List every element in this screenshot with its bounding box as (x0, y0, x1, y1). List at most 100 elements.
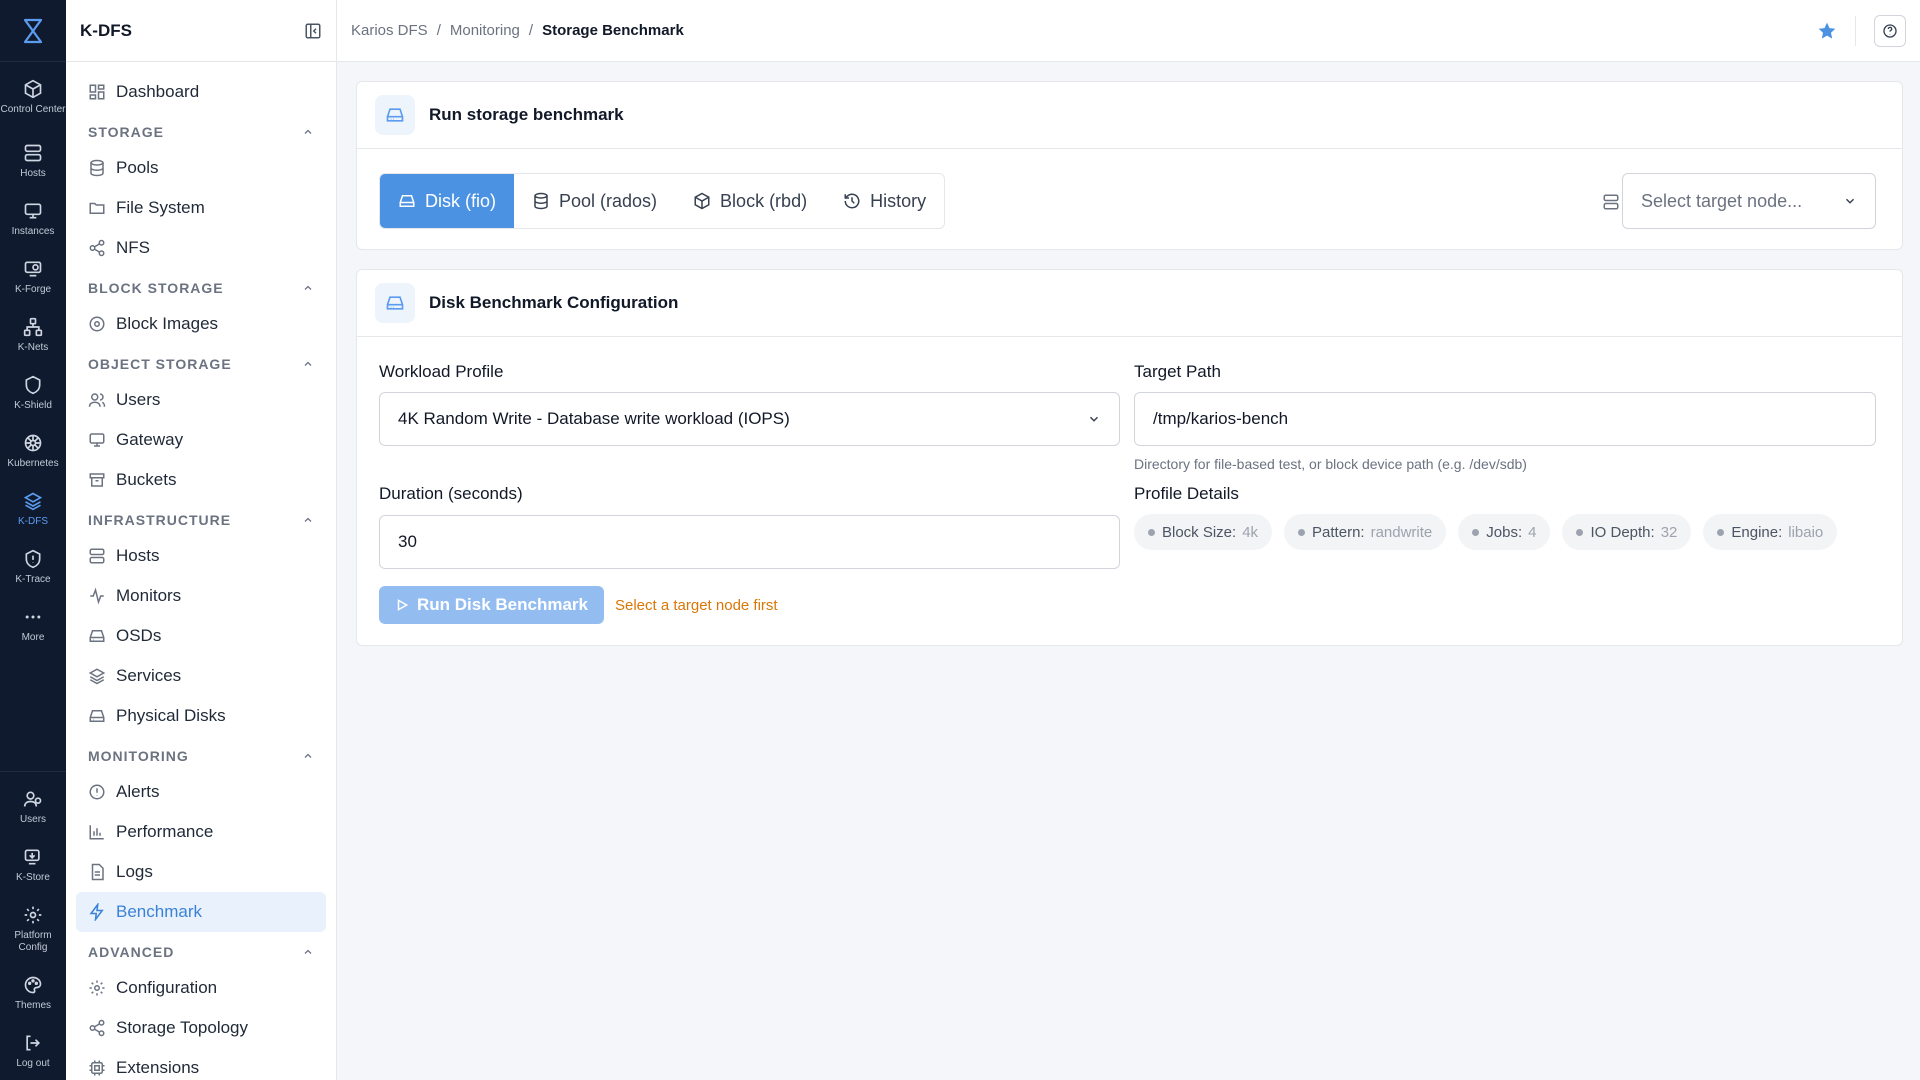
archive-icon (89, 473, 105, 487)
sidebar-item-configuration[interactable]: Configuration (76, 968, 326, 1008)
profile-chip-jobs: Jobs: 4 (1458, 514, 1551, 550)
chevron-up-icon (304, 517, 312, 522)
bar-chart-icon (89, 825, 104, 840)
disk-config-card: Disk Benchmark Configuration Workload Pr… (356, 269, 1903, 646)
sidebar-item-logs[interactable]: Logs (76, 852, 326, 892)
rail-users[interactable]: Users (0, 778, 66, 836)
sidebar-item-alerts[interactable]: Alerts (76, 772, 326, 812)
sidebar-item-block-images[interactable]: Block Images (76, 304, 326, 344)
chevron-down-icon (1089, 416, 1099, 422)
tab-block-rbd[interactable]: Block (rbd) (675, 174, 825, 228)
rail-instances[interactable]: Instances (0, 190, 66, 248)
zap-icon (89, 903, 104, 921)
server-icon (24, 144, 42, 161)
breadcrumb-item[interactable]: Monitoring (450, 22, 520, 39)
server-icon (1602, 193, 1620, 211)
benchmark-tabs: Disk (fio) Pool (rados) Block (rbd) Hist… (379, 173, 946, 229)
target-path-label: Target Path (1134, 362, 1221, 381)
network-icon (23, 317, 43, 336)
rail-themes[interactable]: Themes (0, 964, 66, 1022)
hard-drive-icon (89, 630, 105, 642)
gear-icon (24, 906, 42, 923)
rail-k-dfs[interactable]: K-DFS (0, 480, 66, 538)
section-advanced[interactable]: ADVANCED (76, 936, 326, 968)
sidebar-header: K-DFS (66, 0, 336, 62)
sidebar-item-pools[interactable]: Pools (76, 148, 326, 188)
chevron-up-icon (304, 753, 312, 758)
sidebar-item-gateway[interactable]: Gateway (76, 420, 326, 460)
sidebar-item-physical-disks[interactable]: Physical Disks (76, 696, 326, 736)
profile-chip-block-size: Block Size: 4k (1134, 514, 1273, 550)
sidebar-item-monitors[interactable]: Monitors (76, 576, 326, 616)
profile-chip-io-depth: IO Depth: 32 (1562, 514, 1692, 550)
shield-icon (25, 375, 41, 394)
alert-circle-icon (89, 784, 105, 800)
section-block-storage[interactable]: BLOCK STORAGE (76, 272, 326, 304)
sidebar-item-storage-topology[interactable]: Storage Topology (76, 1008, 326, 1048)
helm-icon (24, 434, 42, 451)
run-benchmark-card: Run storage benchmark Disk (fio) Pool (r… (356, 81, 1903, 250)
sidebar-item-services[interactable]: Services (76, 656, 326, 696)
forge-icon (24, 261, 42, 276)
sidebar-item-file-system[interactable]: File System (76, 188, 326, 228)
collapse-sidebar-icon[interactable] (304, 22, 322, 40)
disc-icon (89, 316, 105, 332)
rail-k-trace[interactable]: K-Trace (0, 538, 66, 596)
rail-platform-config[interactable]: Platform Config (0, 894, 66, 964)
run-disk-benchmark-button[interactable]: Run Disk Benchmark (379, 586, 604, 624)
sidebar-item-extensions[interactable]: Extensions (76, 1048, 326, 1080)
monitor-icon (24, 203, 42, 218)
hard-drive-icon (399, 195, 415, 207)
chevron-up-icon (304, 285, 312, 290)
sidebar-item-benchmark[interactable]: Benchmark (76, 892, 326, 932)
database-icon (534, 192, 548, 210)
rail-k-shield[interactable]: K-Shield (0, 364, 66, 422)
section-monitoring[interactable]: MONITORING (76, 740, 326, 772)
rail-k-store[interactable]: K-Store (0, 836, 66, 894)
breadcrumb-item[interactable]: Karios DFS (351, 22, 428, 39)
sidebar-item-nfs[interactable]: NFS (76, 228, 326, 268)
sidebar-item-users[interactable]: Users (76, 380, 326, 420)
star-icon[interactable] (1817, 21, 1837, 41)
help-icon (1883, 23, 1897, 38)
sidebar-item-performance[interactable]: Performance (76, 812, 326, 852)
database-icon (90, 159, 104, 177)
rail-control-center[interactable]: Control Center (0, 62, 66, 132)
card-title: Disk Benchmark Configuration (429, 293, 679, 312)
section-infrastructure[interactable]: INFRASTRUCTURE (76, 504, 326, 536)
tab-pool-rados[interactable]: Pool (rados) (514, 174, 675, 228)
shield-alert-icon (25, 549, 41, 568)
sidebar-item-hosts[interactable]: Hosts (76, 536, 326, 576)
chevron-up-icon (304, 129, 312, 134)
rail-log-out[interactable]: Log out (0, 1022, 66, 1080)
section-storage[interactable]: STORAGE (76, 116, 326, 148)
workload-profile-select[interactable]: 4K Random Write - Database write workloa… (379, 392, 1120, 446)
workload-profile-label: Workload Profile (379, 362, 504, 381)
sidebar-item-buckets[interactable]: Buckets (76, 460, 326, 500)
rail-hosts[interactable]: Hosts (0, 132, 66, 190)
rail-k-forge[interactable]: K-Forge (0, 248, 66, 306)
profile-chip-pattern: Pattern: randwrite (1284, 514, 1447, 550)
sidebar-item-osds[interactable]: OSDs (76, 616, 326, 656)
duration-input[interactable]: 30 (379, 515, 1120, 569)
sidebar: K-DFS Dashboard STORAGE Pools File Syste… (66, 0, 337, 1080)
select-node-warning: Select a target node first (615, 597, 778, 614)
sidebar-nav: Dashboard STORAGE Pools File System NFS … (66, 62, 336, 1080)
target-node-select[interactable]: Select target node... (1622, 173, 1876, 229)
rail-kubernetes[interactable]: Kubernetes (0, 422, 66, 480)
tab-disk-fio[interactable]: Disk (fio) (380, 174, 514, 228)
tab-history[interactable]: History (825, 174, 944, 228)
rail-more[interactable]: More (0, 596, 66, 654)
target-path-hint: Directory for file-based test, or block … (1134, 456, 1527, 472)
rail-k-nets[interactable]: K-Nets (0, 306, 66, 364)
app-logo-icon[interactable] (0, 0, 66, 62)
section-object-storage[interactable]: OBJECT STORAGE (76, 348, 326, 380)
chevron-up-icon (304, 361, 312, 366)
target-path-input[interactable]: /tmp/karios-bench (1134, 392, 1876, 446)
help-button[interactable] (1874, 14, 1906, 47)
sidebar-item-dashboard[interactable]: Dashboard (76, 72, 326, 112)
main-content: Run storage benchmark Disk (fio) Pool (r… (337, 62, 1920, 1080)
cube-icon (24, 79, 42, 98)
profile-details: Block Size: 4k Pattern: randwrite Jobs: … (1134, 514, 1849, 550)
palette-icon (24, 976, 42, 993)
